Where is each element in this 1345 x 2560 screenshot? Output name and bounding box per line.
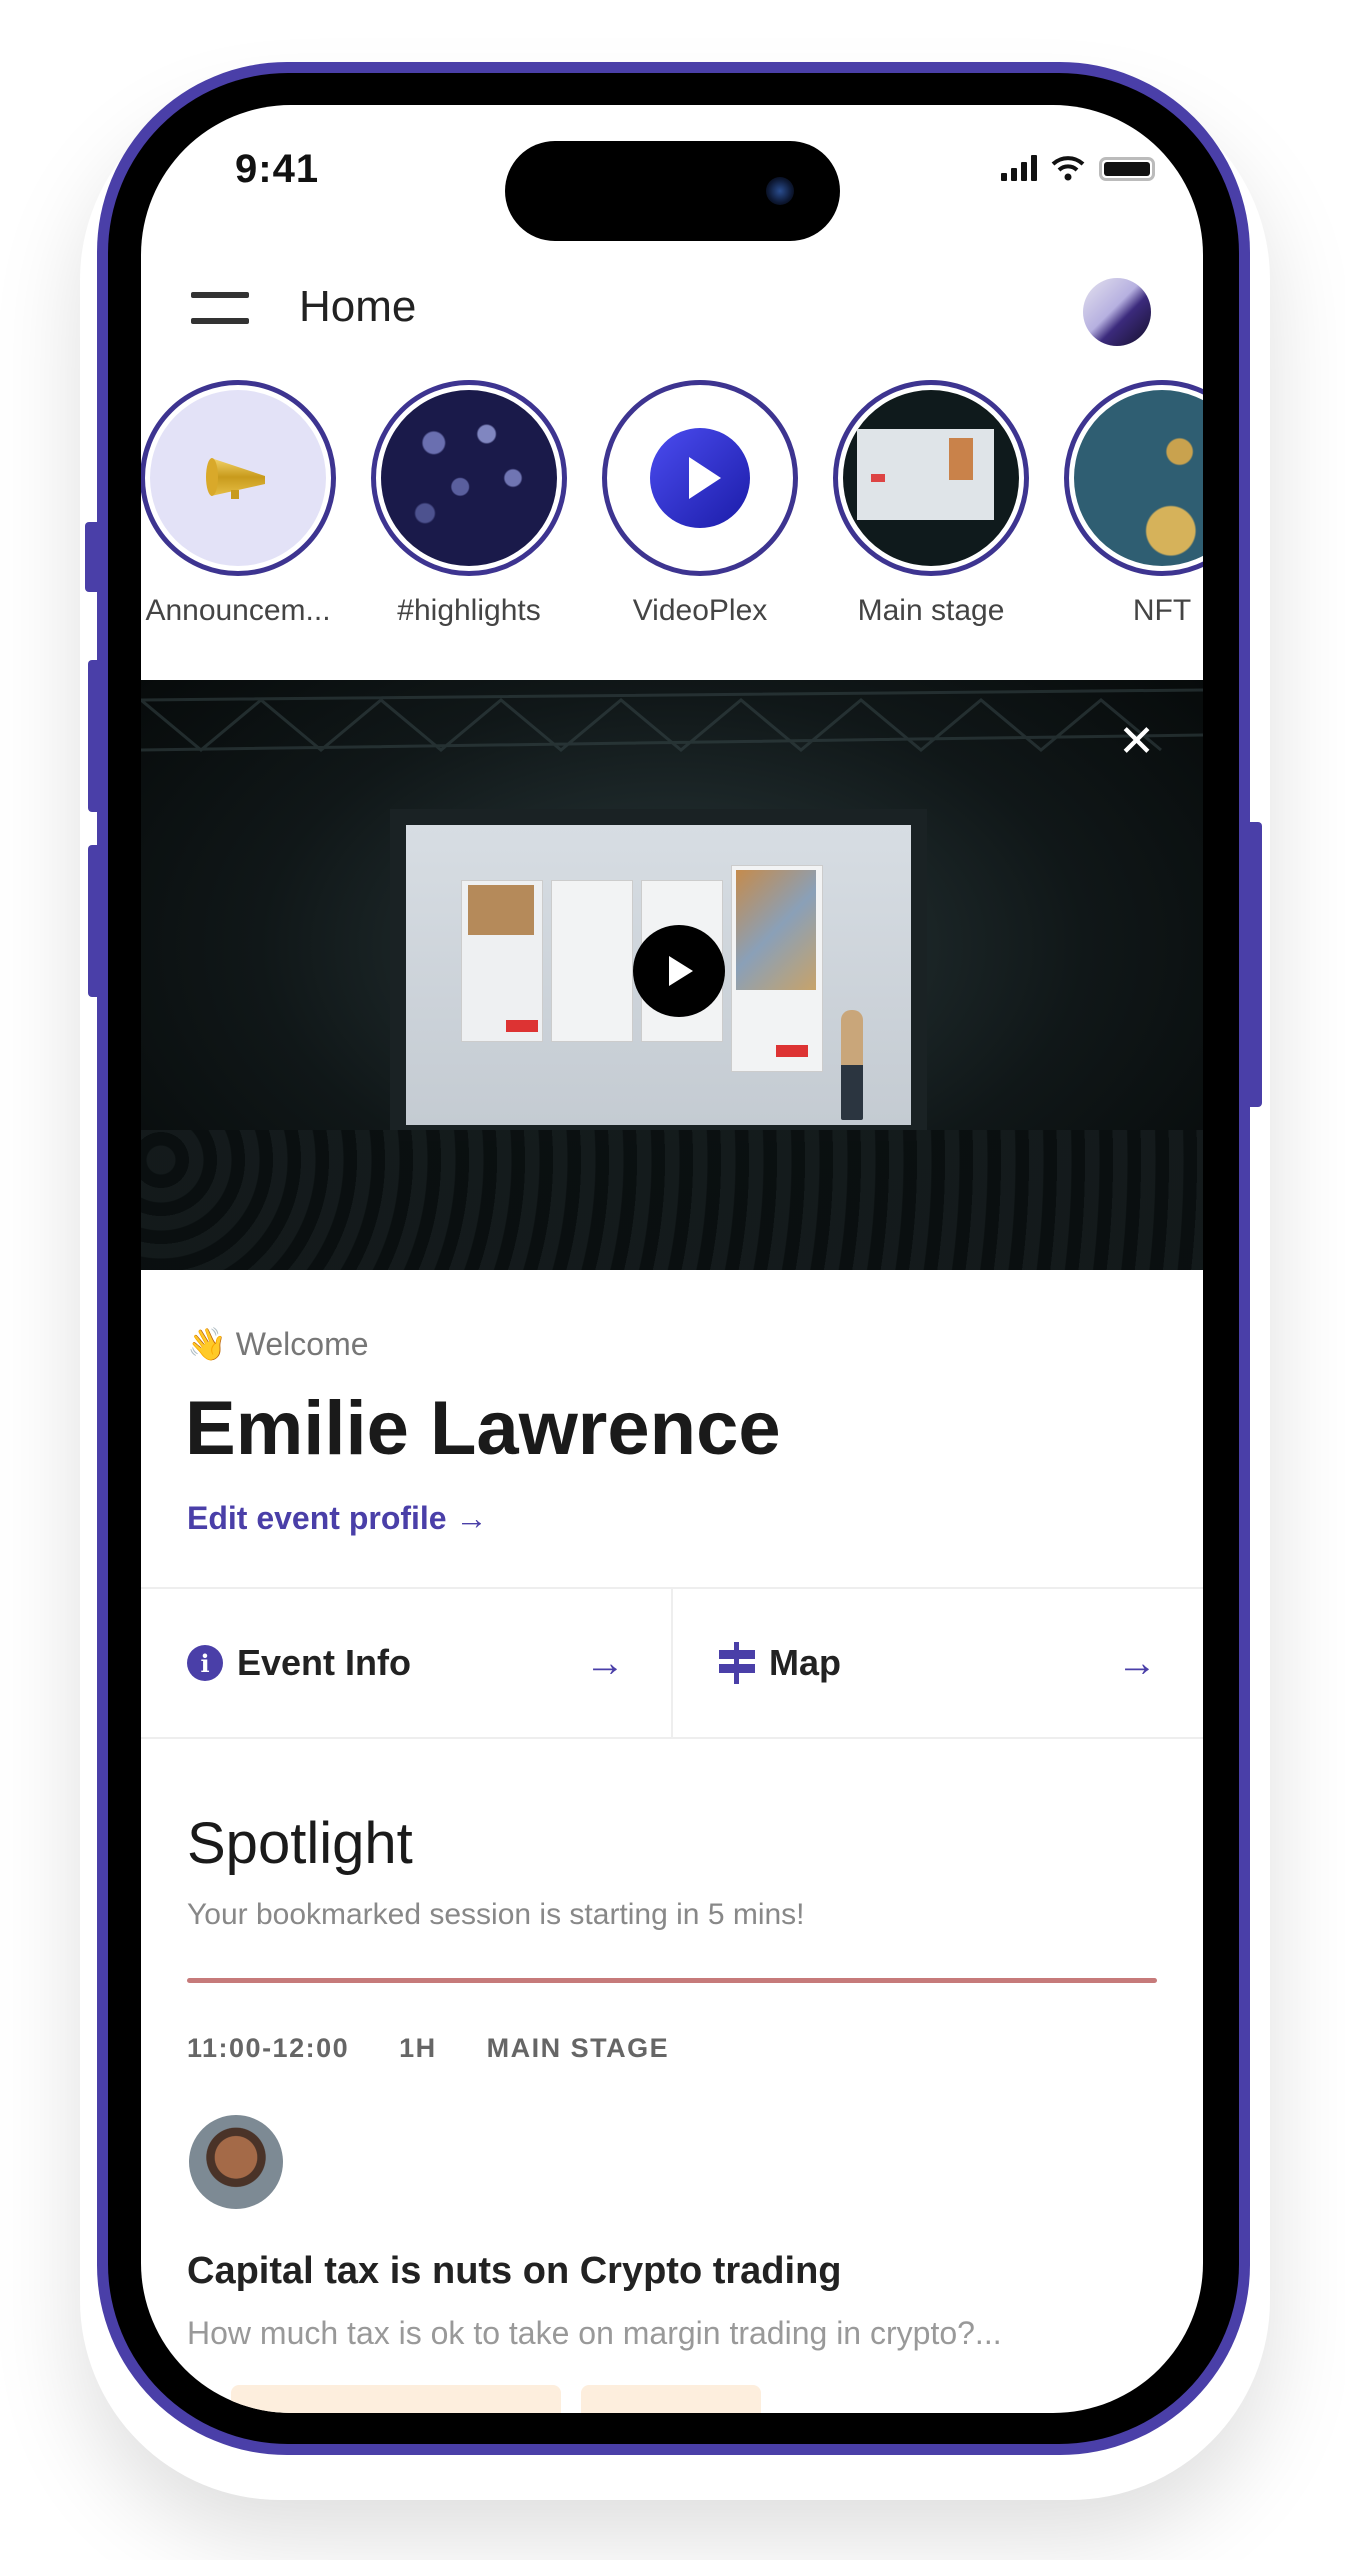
presenter (841, 1010, 863, 1120)
story-ring (833, 380, 1029, 576)
session-tag (581, 2385, 761, 2413)
nft-thumbnail (1074, 390, 1203, 566)
event-info-label: Event Info (237, 1642, 412, 1683)
spotlight-subtitle: Your bookmarked session is starting in 5… (187, 1898, 805, 1931)
welcome-text: 👋 Welcome (187, 1325, 369, 1363)
story-highlights[interactable]: #highlights (354, 380, 584, 628)
session-meta: 11:00-12:00 1H MAIN STAGE (187, 2033, 669, 2064)
story-label: #highlights (397, 594, 541, 627)
waving-hand-icon: 👋 (187, 1326, 227, 1362)
phone-screen: 9:41 Home Announcem... #highlights Video… (141, 105, 1203, 2413)
ceiling-truss (141, 688, 1203, 752)
arrow-right-icon: → (585, 1640, 625, 1685)
story-label: VideoPlex (632, 594, 768, 627)
session-tag (231, 2385, 561, 2413)
spotlight-title: Spotlight (187, 1811, 413, 1876)
event-info-button[interactable]: i Event Info → (141, 1589, 671, 1737)
story-label: Main stage (857, 594, 1005, 627)
story-nft[interactable]: NFT (1047, 380, 1203, 628)
signpost-icon (719, 1642, 755, 1684)
signal-icon (1001, 155, 1037, 181)
stage-thumbnail (843, 390, 1019, 566)
play-icon[interactable] (633, 925, 725, 1017)
page-title: Home (299, 282, 417, 331)
close-icon[interactable]: ✕ (1118, 720, 1155, 764)
session-location: MAIN STAGE (486, 2033, 670, 2063)
megaphone-icon (206, 458, 265, 499)
map-label: Map (769, 1642, 841, 1683)
user-avatar[interactable] (1083, 278, 1151, 346)
side-button-volume-down (88, 845, 102, 997)
wifi-icon (1051, 156, 1085, 181)
story-ring (602, 380, 798, 576)
side-button-silent (85, 522, 101, 592)
battery-icon (1099, 157, 1155, 181)
status-icons (1001, 155, 1155, 181)
side-button-volume-up (88, 660, 102, 812)
story-label: Announcem... (145, 594, 331, 627)
speaker-avatar[interactable] (189, 2115, 283, 2209)
story-ring (1064, 380, 1203, 576)
stories-row: Announcem... #highlights VideoPlex Main … (141, 380, 1203, 630)
welcome-label: Welcome (235, 1326, 369, 1362)
audience (141, 1130, 1203, 1270)
story-announcements[interactable]: Announcem... (141, 380, 353, 628)
hamburger-menu-icon[interactable] (191, 292, 249, 324)
story-videoplex[interactable]: VideoPlex (585, 380, 815, 628)
story-ring (371, 380, 567, 576)
info-icon: i (187, 1645, 223, 1681)
session-progress-line (187, 1978, 1157, 1983)
arrow-right-icon: → (1117, 1640, 1157, 1685)
session-duration: 1H (399, 2033, 437, 2063)
story-main-stage[interactable]: Main stage (816, 380, 1046, 628)
camera-icon (766, 177, 794, 205)
status-time: 9:41 (235, 147, 320, 191)
session-description: How much tax is ok to take on margin tra… (187, 2315, 1002, 2351)
map-button[interactable]: Map → (671, 1589, 1203, 1737)
edit-event-profile-link[interactable]: Edit event profile → (187, 1500, 487, 1537)
user-name: Emilie Lawrence (185, 1386, 781, 1471)
video-player[interactable]: ✕ (141, 680, 1203, 1270)
session-title[interactable]: Capital tax is nuts on Crypto trading (187, 2250, 842, 2293)
session-time: 11:00-12:00 (187, 2033, 350, 2063)
quick-links: i Event Info → Map → (141, 1587, 1203, 1739)
story-ring (141, 380, 336, 576)
play-logo-icon (650, 428, 750, 528)
side-button-power (1246, 822, 1262, 1107)
app-header: Home (141, 270, 1203, 350)
dynamic-island (505, 141, 840, 241)
story-label: NFT (1132, 594, 1192, 627)
crowd-thumbnail (381, 390, 557, 566)
